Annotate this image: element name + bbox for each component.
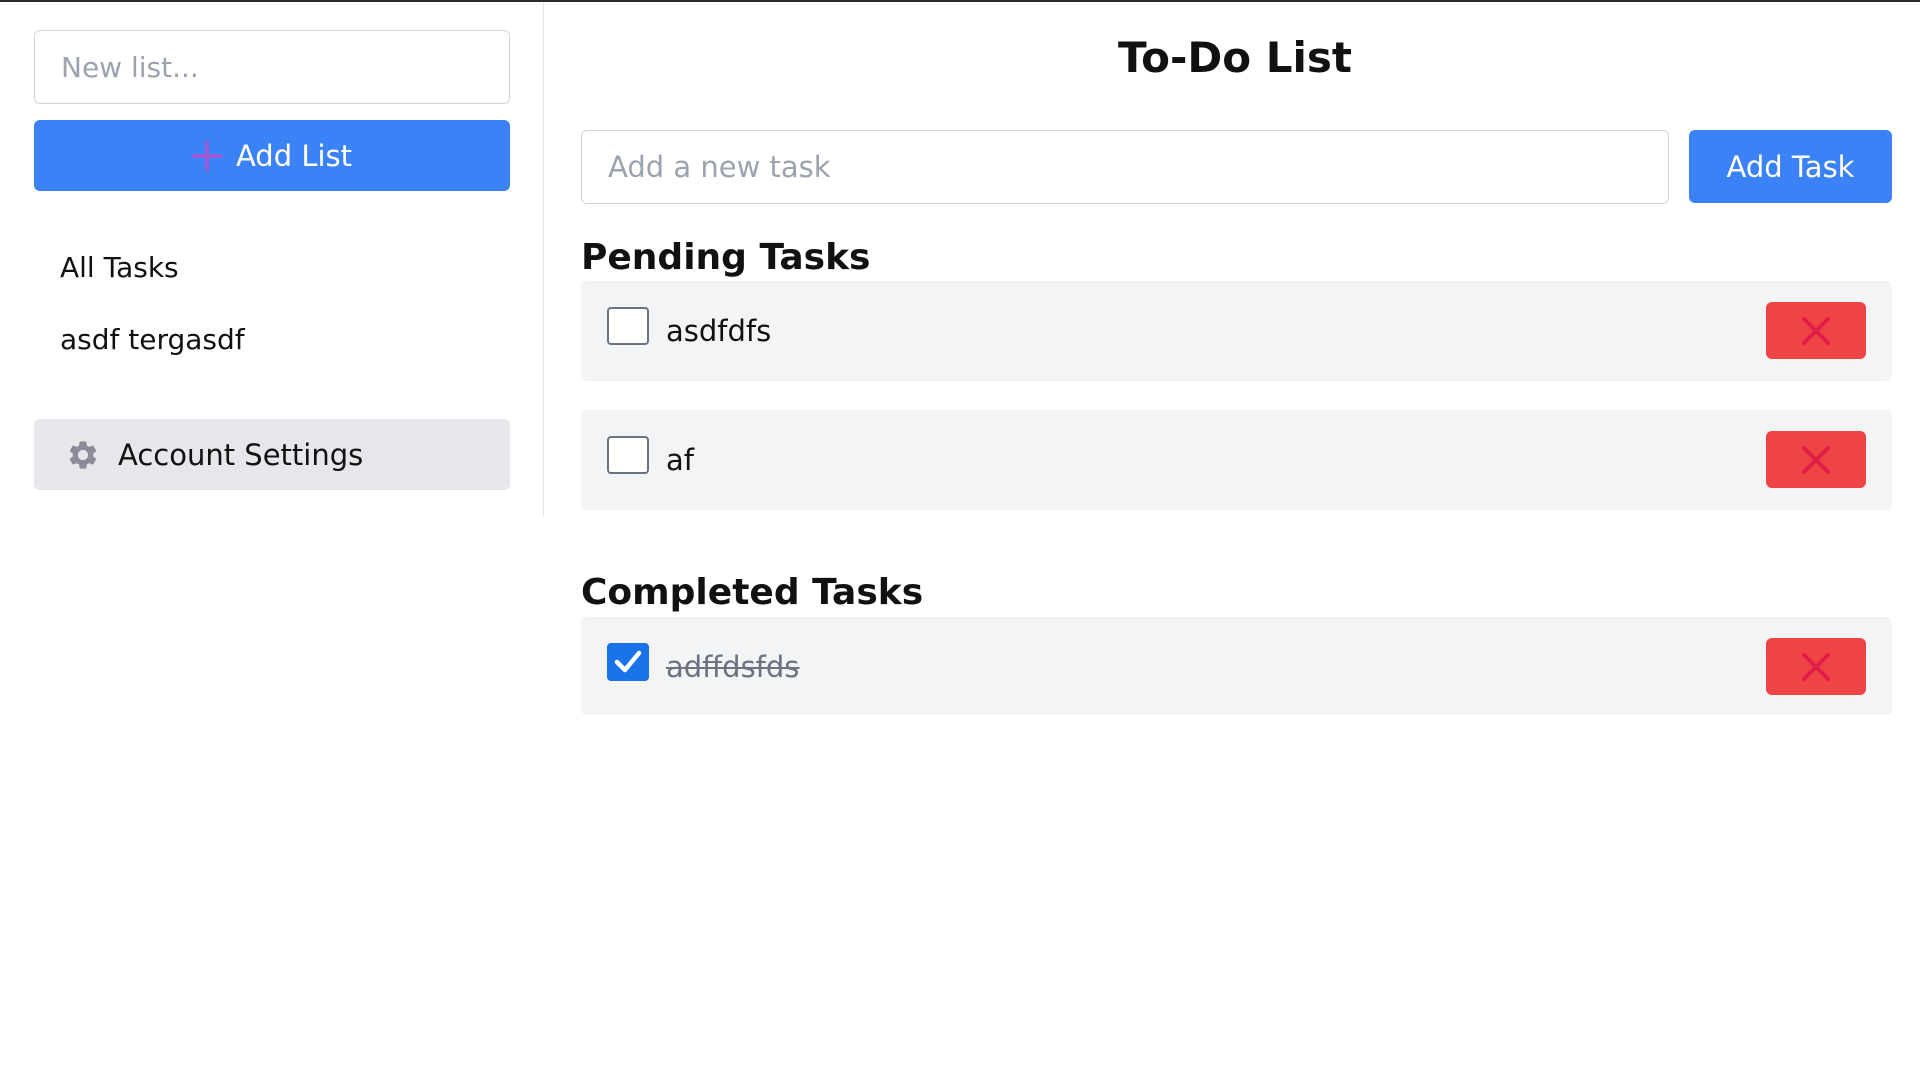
account-settings-button[interactable]: Account Settings	[34, 419, 510, 490]
task-row: adffdsfds	[581, 617, 1892, 715]
task-row: asdfdfs	[581, 281, 1892, 381]
new-list-input[interactable]	[34, 30, 510, 104]
delete-task-button[interactable]	[1766, 431, 1866, 488]
close-icon	[1802, 316, 1830, 345]
plus-icon	[191, 140, 222, 171]
task-checkbox-checked[interactable]	[607, 643, 649, 681]
sidebar-item-all-tasks[interactable]: All Tasks	[60, 248, 179, 288]
task-row: af	[581, 410, 1892, 510]
pending-tasks-heading: Pending Tasks	[581, 237, 871, 278]
sidebar: Add List All Tasks asdf tergasdf Account…	[0, 2, 544, 517]
new-task-input[interactable]	[581, 130, 1669, 204]
add-list-button[interactable]: Add List	[34, 120, 510, 191]
gear-icon	[69, 440, 97, 469]
task-text: af	[666, 443, 694, 477]
add-list-label: Add List	[235, 138, 353, 173]
task-text-completed: adffdsfds	[666, 650, 800, 684]
task-text: asdfdfs	[666, 314, 772, 348]
account-settings-label: Account Settings	[118, 437, 364, 472]
close-icon	[1802, 652, 1830, 681]
check-icon	[614, 650, 642, 673]
delete-task-button[interactable]	[1766, 638, 1866, 695]
add-task-button[interactable]: Add Task	[1689, 130, 1892, 203]
delete-task-button[interactable]	[1766, 302, 1866, 359]
page-title: To-Do List	[1118, 33, 1352, 82]
sidebar-item-asdf-tergasdf[interactable]: asdf tergasdf	[60, 320, 245, 360]
task-checkbox[interactable]	[607, 436, 649, 474]
close-icon	[1802, 445, 1830, 474]
completed-tasks-heading: Completed Tasks	[581, 572, 924, 613]
task-checkbox[interactable]	[607, 307, 649, 345]
